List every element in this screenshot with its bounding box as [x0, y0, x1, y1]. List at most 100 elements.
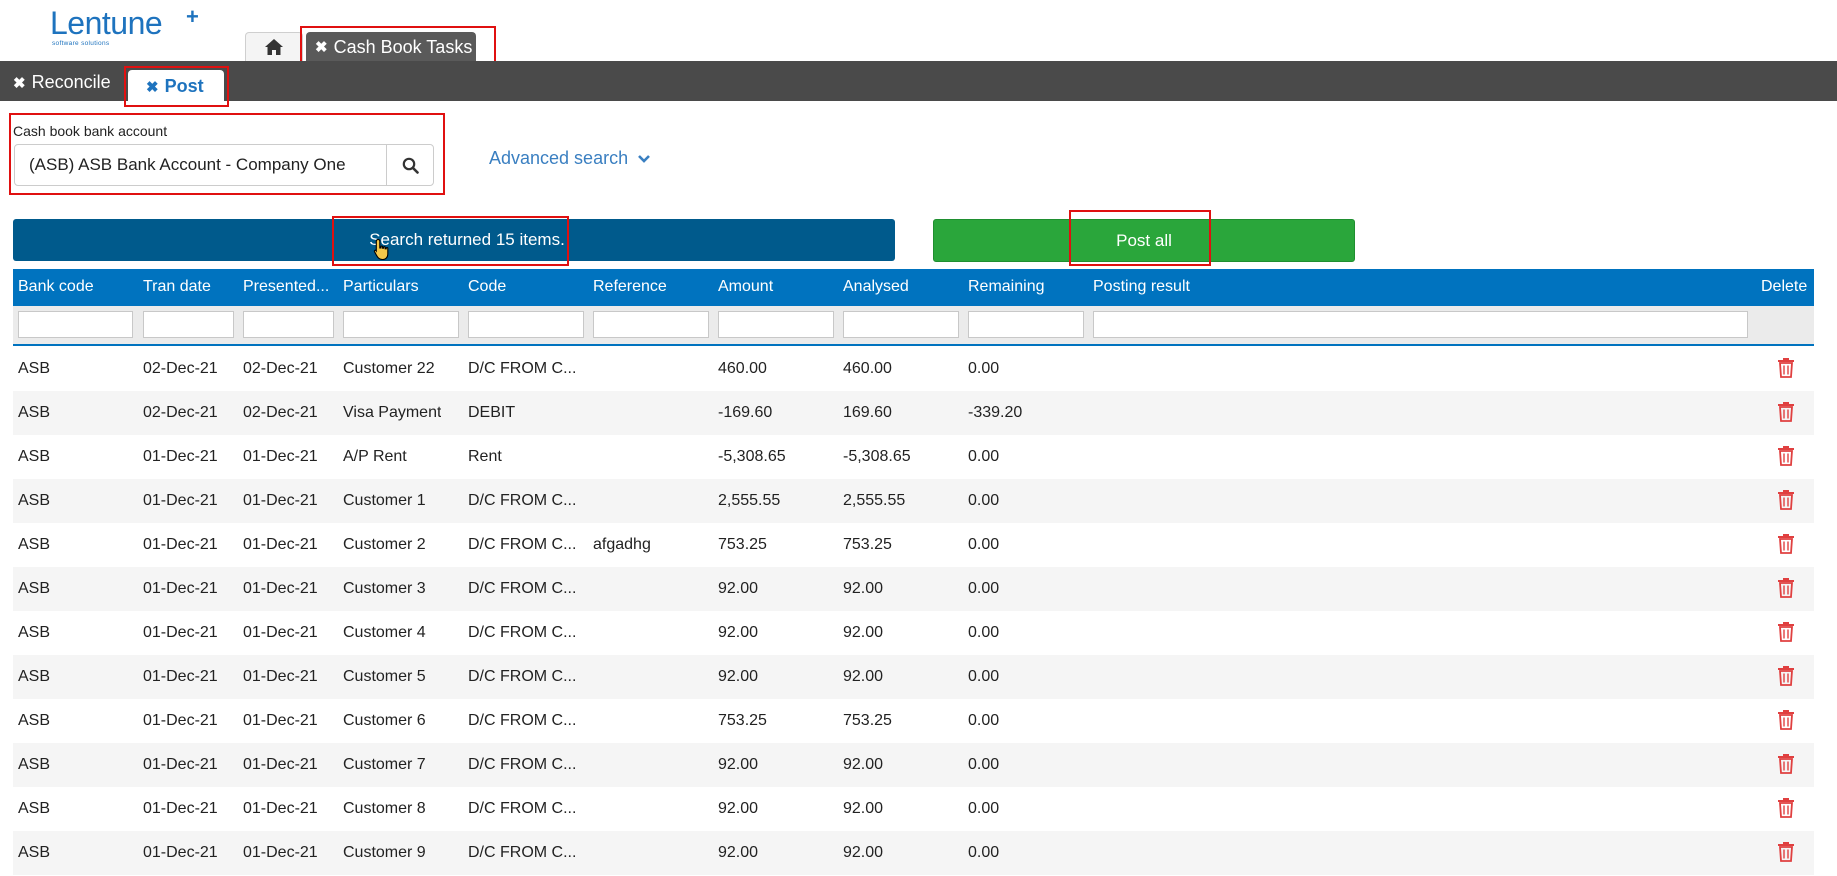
- filter-analysed[interactable]: [843, 311, 959, 338]
- column-header-presented[interactable]: Presented...: [243, 278, 329, 296]
- cell-particulars: Customer 2: [343, 536, 426, 553]
- cell-bank-code: ASB: [18, 580, 51, 597]
- tab-reconcile[interactable]: ✖ Reconcile: [13, 72, 111, 93]
- cell-bank-code: ASB: [18, 536, 51, 553]
- column-header-amount[interactable]: Amount: [718, 278, 773, 296]
- filter-remaining[interactable]: [968, 311, 1084, 338]
- cell-particulars: Customer 7: [343, 756, 426, 773]
- table-row[interactable]: ASB 01-Dec-21 01-Dec-21 Customer 3 D/C FROM …: [13, 567, 1814, 611]
- table-row[interactable]: ASB 02-Dec-21 02-Dec-21 Visa Payment DEBIT -1…: [13, 391, 1814, 435]
- filter-reference[interactable]: [593, 311, 709, 338]
- cell-code: Rent: [468, 448, 502, 465]
- chevron-down-icon: [638, 155, 651, 163]
- cell-tran-date: 02-Dec-21: [143, 404, 218, 421]
- trash-icon[interactable]: [1777, 621, 1795, 643]
- cell-tran-date: 01-Dec-21: [143, 580, 218, 597]
- cell-bank-code: ASB: [18, 492, 51, 509]
- cell-amount: 2,555.55: [718, 492, 781, 509]
- trash-icon[interactable]: [1777, 357, 1795, 379]
- logo-plus: +: [186, 4, 199, 29]
- cell-remaining: 0.00: [968, 624, 1000, 641]
- table-row[interactable]: ASB 01-Dec-21 01-Dec-21 Customer 1 D/C FROM …: [13, 479, 1814, 523]
- cell-amount: 753.25: [718, 536, 767, 553]
- column-header-posting-result[interactable]: Posting result: [1093, 278, 1190, 296]
- cell-remaining: 0.00: [968, 756, 1000, 773]
- column-header-remaining[interactable]: Remaining: [968, 278, 1044, 296]
- table-row[interactable]: ASB 01-Dec-21 01-Dec-21 A/P Rent Rent -5,308.…: [13, 435, 1814, 479]
- lentune-logo: Lentune + software solutions: [50, 4, 200, 56]
- filter-code[interactable]: [468, 311, 584, 338]
- cell-presented: 01-Dec-21: [243, 448, 318, 465]
- table-header: Bank code Tran date Presented... Particu…: [13, 269, 1814, 306]
- trash-icon[interactable]: [1777, 445, 1795, 467]
- cell-bank-code: ASB: [18, 756, 51, 773]
- cell-analysed: 2,555.55: [843, 492, 906, 509]
- column-header-bank-code[interactable]: Bank code: [18, 278, 94, 296]
- cell-particulars: Customer 9: [343, 844, 426, 861]
- column-header-tran-date[interactable]: Tran date: [143, 278, 211, 296]
- cell-remaining: 0.00: [968, 844, 1000, 861]
- column-header-analysed[interactable]: Analysed: [843, 278, 909, 296]
- filter-presented[interactable]: [243, 311, 334, 338]
- filter-amount[interactable]: [718, 311, 834, 338]
- bank-account-search-button[interactable]: [386, 145, 433, 185]
- cell-code: D/C FROM C...: [468, 844, 577, 861]
- cell-code: D/C FROM C...: [468, 536, 577, 553]
- table-row[interactable]: ASB 01-Dec-21 01-Dec-21 Customer 4 D/C FROM …: [13, 611, 1814, 655]
- close-icon[interactable]: ✖: [315, 38, 328, 56]
- cell-tran-date: 01-Dec-21: [143, 844, 218, 861]
- post-all-button[interactable]: Post all: [933, 219, 1355, 262]
- cell-bank-code: ASB: [18, 712, 51, 729]
- advanced-search-link[interactable]: Advanced search: [489, 148, 651, 169]
- search-icon: [402, 157, 419, 174]
- filter-posting-result[interactable]: [1093, 311, 1748, 338]
- cell-amount: -169.60: [718, 404, 773, 421]
- bank-account-input[interactable]: [15, 145, 385, 185]
- table-row[interactable]: ASB 01-Dec-21 01-Dec-21 Customer 5 D/C FROM …: [13, 655, 1814, 699]
- home-tab[interactable]: [245, 32, 303, 61]
- cell-presented: 01-Dec-21: [243, 492, 318, 509]
- trash-icon[interactable]: [1777, 533, 1795, 555]
- trash-icon[interactable]: [1777, 577, 1795, 599]
- cell-analysed: 92.00: [843, 800, 884, 817]
- column-header-particulars[interactable]: Particulars: [343, 278, 419, 296]
- cell-particulars: Customer 22: [343, 360, 435, 377]
- cell-particulars: Customer 5: [343, 668, 426, 685]
- cell-code: D/C FROM C...: [468, 756, 577, 773]
- trash-icon[interactable]: [1777, 401, 1795, 423]
- table-row[interactable]: ASB 01-Dec-21 01-Dec-21 Customer 9 D/C FROM …: [13, 831, 1814, 875]
- table-row[interactable]: ASB 01-Dec-21 01-Dec-21 Customer 8 D/C FROM …: [13, 787, 1814, 831]
- close-icon[interactable]: ✖: [13, 75, 26, 92]
- tab-post-label: Post: [164, 76, 204, 96]
- cell-particulars: A/P Rent: [343, 448, 407, 465]
- trash-icon[interactable]: [1777, 753, 1795, 775]
- trash-icon[interactable]: [1777, 797, 1795, 819]
- cell-tran-date: 01-Dec-21: [143, 800, 218, 817]
- filter-particulars[interactable]: [343, 311, 459, 338]
- cell-particulars: Visa Payment: [343, 404, 442, 421]
- cell-analysed: 753.25: [843, 536, 892, 553]
- tab-post[interactable]: ✖ Post: [128, 70, 224, 103]
- cell-presented: 01-Dec-21: [243, 712, 318, 729]
- filter-bank-code[interactable]: [18, 311, 133, 338]
- cell-code: D/C FROM C...: [468, 712, 577, 729]
- table-row[interactable]: ASB 02-Dec-21 02-Dec-21 Customer 22 D/C FROM…: [13, 347, 1814, 391]
- cell-code: D/C FROM C...: [468, 492, 577, 509]
- cell-amount: 92.00: [718, 668, 759, 685]
- column-header-reference[interactable]: Reference: [593, 278, 667, 296]
- cell-amount: -5,308.65: [718, 448, 786, 465]
- sub-tab-bar: [0, 61, 1837, 101]
- cell-presented: 01-Dec-21: [243, 668, 318, 685]
- column-header-code[interactable]: Code: [468, 278, 506, 296]
- close-icon[interactable]: ✖: [146, 78, 159, 96]
- trash-icon[interactable]: [1777, 709, 1795, 731]
- table-row[interactable]: ASB 01-Dec-21 01-Dec-21 Customer 2 D/C FROM …: [13, 523, 1814, 567]
- table-row[interactable]: ASB 01-Dec-21 01-Dec-21 Customer 7 D/C FROM …: [13, 743, 1814, 787]
- trash-icon[interactable]: [1777, 841, 1795, 863]
- table-row[interactable]: ASB 01-Dec-21 01-Dec-21 Customer 6 D/C FROM …: [13, 699, 1814, 743]
- trash-icon[interactable]: [1777, 489, 1795, 511]
- filter-tran-date[interactable]: [143, 311, 234, 338]
- trash-icon[interactable]: [1777, 665, 1795, 687]
- tab-cash-book-tasks[interactable]: ✖ Cash Book Tasks: [306, 32, 476, 61]
- tab-cash-book-tasks-label: Cash Book Tasks: [333, 36, 473, 57]
